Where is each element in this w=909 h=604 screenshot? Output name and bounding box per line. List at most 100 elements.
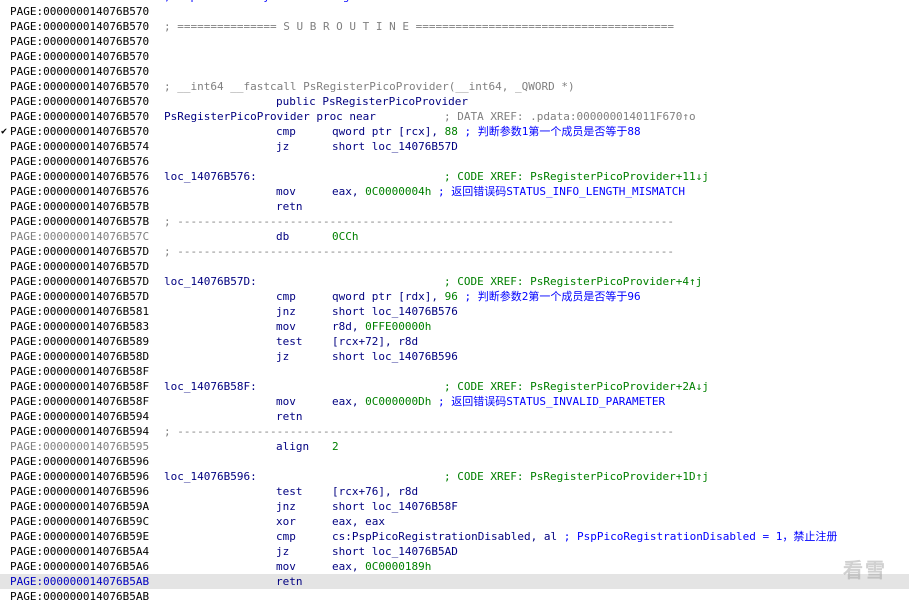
line-address[interactable]: PAGE:000000014076B59E (10, 529, 149, 544)
operand-number[interactable]: 0C000000Dh (365, 395, 431, 408)
line-address[interactable]: PAGE:000000014076B570 (10, 124, 149, 139)
line-address[interactable]: PAGE:000000014076B5A6 (10, 559, 149, 574)
operands[interactable]: short loc_14076B57D (332, 139, 458, 154)
mnemonic[interactable]: jz (276, 349, 289, 364)
line-address[interactable]: PAGE:000000014076B596 (10, 469, 149, 484)
listing-line[interactable]: PAGE:000000014076B589 test [rcx+72], r8d (0, 334, 909, 349)
operand-number[interactable]: 0C0000189h (365, 560, 431, 573)
mnemonic[interactable]: align (276, 439, 309, 454)
mnemonic[interactable]: mov (276, 559, 296, 574)
listing-line[interactable]: PAGE:000000014076B595 align 2 (0, 439, 909, 454)
mnemonic[interactable]: cmp (276, 529, 296, 544)
operands[interactable]: eax, 0C0000004h ; 返回错误码STATUS_INFO_LENGT… (332, 184, 685, 199)
mnemonic[interactable]: retn (276, 199, 303, 214)
line-address[interactable]: PAGE:000000014076B58F (10, 364, 149, 379)
listing-line[interactable]: PAGE:000000014076B570 ; =============== S… (0, 19, 909, 34)
mnemonic[interactable]: retn (276, 574, 303, 589)
mnemonic[interactable]: jnz (276, 304, 296, 319)
line-address[interactable]: PAGE:000000014076B5AB (10, 589, 149, 604)
listing-line[interactable]: PAGE:000000014076B58F mov eax, 0C000000Dh … (0, 394, 909, 409)
line-address[interactable]: PAGE:000000014076B570 (10, 79, 149, 94)
line-address[interactable]: PAGE:000000014076B589 (10, 334, 149, 349)
listing-line[interactable]: PAGE:000000014076B58F (0, 364, 909, 379)
mnemonic[interactable]: jz (276, 544, 289, 559)
operands[interactable]: [rcx+76], r8d (332, 484, 418, 499)
line-address[interactable]: PAGE:000000014076B58F (10, 394, 149, 409)
listing-line[interactable]: PAGE:000000014076B5AB (0, 589, 909, 604)
line-address[interactable]: PAGE:000000014076B59C (10, 514, 149, 529)
listing-line[interactable]: PAGE:000000014076B5A6 mov eax, 0C0000189h (0, 559, 909, 574)
code-label[interactable]: loc_14076B58F: (164, 379, 257, 394)
operands[interactable]: eax, 0C000000Dh ; 返回错误码STATUS_INVALID_PA… (332, 394, 665, 409)
line-address[interactable]: PAGE:000000014076B57D (10, 259, 149, 274)
listing-line[interactable]: PAGE:000000014076B570 (0, 4, 909, 19)
line-address[interactable]: PAGE:000000014076B570 (10, 109, 149, 124)
operand-text[interactable]: cs:PspPicoRegistrationDisabled, al (332, 530, 557, 543)
mnemonic[interactable]: test (276, 484, 303, 499)
mnemonic[interactable]: mov (276, 319, 296, 334)
listing-line[interactable]: PAGE:000000014076B570 public PsRegisterPi… (0, 94, 909, 109)
mnemonic[interactable]: xor (276, 514, 296, 529)
mnemonic[interactable]: cmp (276, 124, 296, 139)
listing-line[interactable]: PAGE:000000014076B596 loc_14076B596: ; COD… (0, 469, 909, 484)
data-xref[interactable]: ; DATA XREF: .pdata:000000014011F670↑o (444, 109, 696, 124)
code-xref[interactable]: ; CODE XREF: PsRegisterPicoProvider+1D↑j (444, 469, 709, 484)
operand-number[interactable]: 0CCh (332, 230, 359, 243)
line-address[interactable]: PAGE:000000014076B58D (10, 349, 149, 364)
mnemonic[interactable]: jnz (276, 499, 296, 514)
operand-text[interactable]: short loc_14076B57D (332, 140, 458, 153)
line-address[interactable]: PAGE:000000014076B576 (10, 184, 149, 199)
line-address[interactable]: PAGE:000000014076B596 (10, 454, 149, 469)
operand-number[interactable]: 0FFE00000h (365, 320, 431, 333)
line-address[interactable]: PAGE:000000014076B57B (10, 214, 149, 229)
operands[interactable]: 2 (332, 439, 339, 454)
line-address[interactable]: PAGE:000000014076B595 (10, 439, 149, 454)
line-address[interactable]: PAGE:000000014076B5AB (10, 574, 149, 589)
operand-text[interactable]: short loc_14076B58F (332, 500, 458, 513)
listing-line[interactable]: PAGE:000000014076B574 jz short loc_14076B5… (0, 139, 909, 154)
listing-line[interactable]: PAGE:000000014076B596 test [rcx+76], r8d (0, 484, 909, 499)
operand-text[interactable]: eax, (332, 185, 365, 198)
listing-line[interactable]: PAGE:000000014076B570 PsRegisterPicoProvi… (0, 109, 909, 124)
operand-number[interactable]: 0C0000004h (365, 185, 431, 198)
operands[interactable]: eax, eax (332, 514, 385, 529)
operands[interactable]: qword ptr [rcx], 88 ; 判断参数1第一个成员是否等于88 (332, 124, 641, 139)
line-address[interactable]: PAGE:000000014076B57D (10, 289, 149, 304)
line-address[interactable]: PAGE:000000014076B576 (10, 154, 149, 169)
mnemonic[interactable]: mov (276, 184, 296, 199)
mnemonic[interactable]: cmp (276, 289, 296, 304)
mnemonic[interactable]: test (276, 334, 303, 349)
mnemonic[interactable]: retn (276, 409, 303, 424)
listing-line[interactable]: PAGE:000000014076B58F loc_14076B58F: ; COD… (0, 379, 909, 394)
operand-text[interactable]: [rcx+76], r8d (332, 485, 418, 498)
line-address[interactable]: PAGE:000000014076B574 (10, 139, 149, 154)
line-address[interactable]: PAGE:000000014076B570 (10, 64, 149, 79)
mnemonic[interactable]: jz (276, 139, 289, 154)
listing-line[interactable]: PAGE:000000014076B596 (0, 454, 909, 469)
code-xref[interactable]: ; CODE XREF: PsRegisterPicoProvider+4↑j (444, 274, 702, 289)
operand-text[interactable]: eax, eax (332, 515, 385, 528)
line-address[interactable]: PAGE:000000014076B570 (10, 49, 149, 64)
operands[interactable]: short loc_14076B596 (332, 349, 458, 364)
listing-line[interactable]: PAGE:000000014076B5A4 jz short loc_14076B5… (0, 544, 909, 559)
operands[interactable]: cs:PspPicoRegistrationDisabled, al ; Psp… (332, 529, 837, 544)
listing-line[interactable]: PAGE:000000014076B570 (0, 49, 909, 64)
line-address[interactable]: PAGE:000000014076B570 (10, 4, 149, 19)
code-label[interactable]: loc_14076B596: (164, 469, 257, 484)
listing-line[interactable]: PAGE:000000014076B59A jnz short loc_14076B… (0, 499, 909, 514)
listing-line[interactable]: PAGE:000000014076B57C db 0CCh (0, 229, 909, 244)
line-address[interactable]: PAGE:000000014076B583 (10, 319, 149, 334)
operands[interactable]: short loc_14076B5AD (332, 544, 458, 559)
listing-line[interactable]: PAGE:000000014076B576 mov eax, 0C0000004h … (0, 184, 909, 199)
line-address[interactable]: PAGE:000000014076B57B (10, 199, 149, 214)
operand-text[interactable]: r8d, (332, 320, 365, 333)
line-address[interactable]: PAGE:000000014076B59A (10, 499, 149, 514)
operand-number[interactable]: 2 (332, 440, 339, 453)
listing-line[interactable]: PAGE:000000014076B576 loc_14076B576: ; COD… (0, 169, 909, 184)
line-address[interactable]: PAGE:000000014076B570 (10, 34, 149, 49)
listing-line[interactable]: PAGE:000000014076B57B retn (0, 199, 909, 214)
operand-text[interactable]: qword ptr [rdx], (332, 290, 445, 303)
operand-text[interactable]: short loc_14076B5AD (332, 545, 458, 558)
listing-line[interactable]: ✔ PAGE:000000014076B570 cmp qword ptr [rcx]… (0, 124, 909, 139)
listing-line[interactable]: PAGE:000000014076B570 (0, 64, 909, 79)
